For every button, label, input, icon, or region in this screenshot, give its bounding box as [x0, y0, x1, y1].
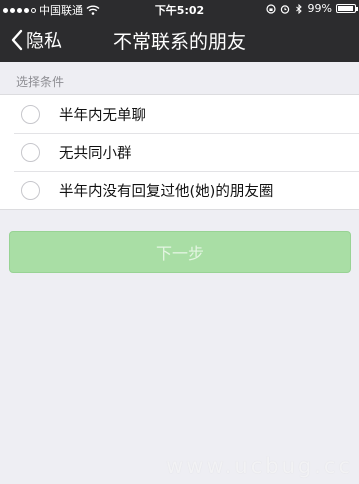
- radio-icon[interactable]: [21, 180, 40, 200]
- section-label: 选择条件: [16, 75, 65, 89]
- navigation-bar: 隐私 不常联系的朋友: [0, 18, 359, 62]
- status-bar: 中国联通 下午5:02 99%: [0, 0, 359, 18]
- option-no-common-group[interactable]: 无共同小群: [0, 133, 359, 171]
- option-label: 半年内无单聊: [59, 107, 146, 124]
- page-title: 不常联系的朋友: [112, 31, 246, 53]
- battery-percent: 99%: [307, 2, 332, 15]
- option-label: 无共同小群: [59, 145, 132, 162]
- watermark: www.ucbug.cc: [166, 454, 353, 478]
- rotation-lock-icon: [265, 3, 276, 14]
- alarm-icon: [280, 4, 289, 14]
- condition-list: 半年内无单聊 无共同小群 半年内没有回复过他(她)的朋友圈: [0, 94, 359, 210]
- battery-icon: [336, 4, 358, 13]
- radio-icon[interactable]: [21, 104, 40, 124]
- radio-icon[interactable]: [21, 142, 40, 162]
- option-no-private-chat[interactable]: 半年内无单聊: [0, 95, 359, 133]
- next-step-button[interactable]: 下一步: [9, 231, 351, 273]
- option-label: 半年内没有回复过他(她)的朋友圈: [59, 183, 274, 200]
- status-right: 99%: [265, 2, 358, 15]
- option-no-moments-reply[interactable]: 半年内没有回复过他(她)的朋友圈: [0, 171, 359, 209]
- bluetooth-icon: [295, 3, 302, 14]
- top-bar: 中国联通 下午5:02 99% 隐私 不常联系的朋友: [0, 0, 359, 62]
